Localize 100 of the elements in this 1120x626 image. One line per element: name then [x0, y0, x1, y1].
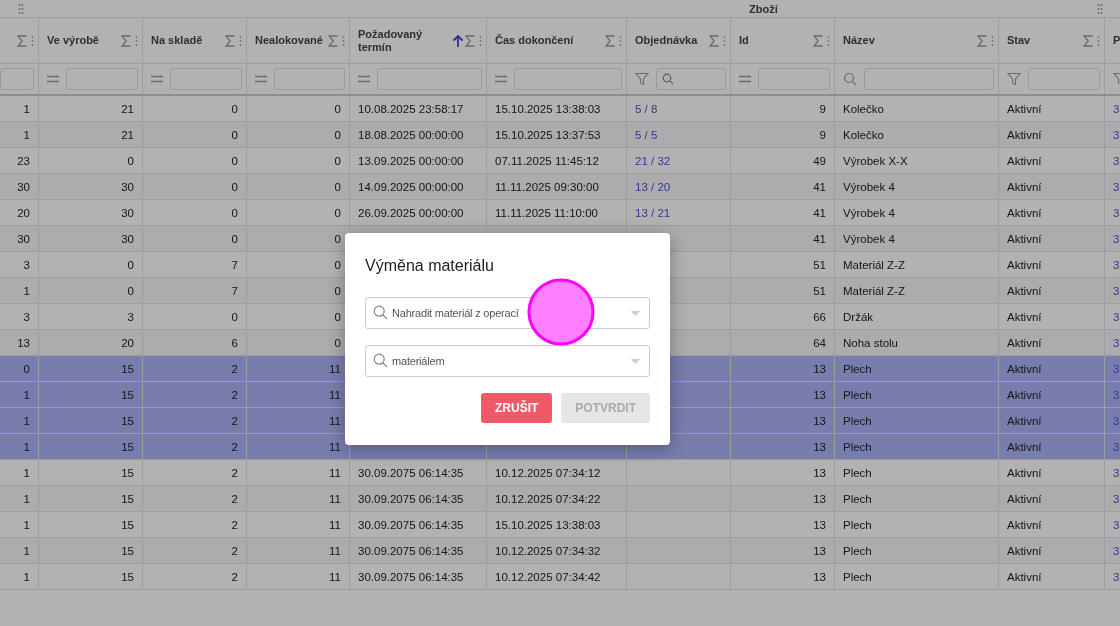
table-cell: 15	[121, 388, 134, 401]
table-cell: 15	[121, 362, 134, 375]
table-cell: 30.09.2075 06:14:35	[358, 492, 464, 505]
table-cell: Noha stolu	[843, 336, 898, 349]
table-cell: 51	[813, 284, 826, 297]
table-cell: 0	[231, 102, 238, 115]
table-cell: Výrobek X-X	[843, 154, 908, 167]
column-group-label: Zboží	[749, 2, 778, 15]
table-cell: 20	[121, 336, 134, 349]
table-cell: 11	[329, 570, 341, 583]
table-cell: 11	[329, 544, 341, 557]
table-cell: 30.09.2075 06:14:35	[358, 466, 464, 479]
table-cell: 3	[23, 310, 30, 323]
table-cell: 41	[813, 206, 826, 219]
table-cell: 13.09.2025 00:00:00	[358, 154, 464, 167]
table-cell: Materiál Z-Z	[843, 284, 905, 297]
table-cell: 13	[813, 544, 826, 557]
table-cell: 1	[23, 128, 30, 141]
table-cell: 9	[819, 128, 826, 141]
table-cell: 13	[813, 414, 826, 427]
table-cell: Aktivní	[1007, 466, 1042, 479]
table-cell: 11	[329, 518, 341, 531]
table-cell: 15	[121, 466, 134, 479]
table-cell: 7	[231, 284, 238, 297]
table-cell: 10.08.2025 23:58:17	[358, 102, 464, 115]
table-cell: 11	[329, 362, 341, 375]
table-cell: 0	[231, 206, 238, 219]
table-cell: 2	[231, 570, 238, 583]
table-cell: Plech	[843, 362, 872, 375]
table-cell: Aktivní	[1007, 310, 1042, 323]
table-cell: 0	[334, 232, 341, 245]
table-cell: 30	[121, 232, 134, 245]
table-cell: 30	[17, 180, 30, 193]
table-cell: 49	[813, 154, 826, 167]
table-cell: Aktivní	[1007, 128, 1042, 141]
table-cell: 0	[334, 154, 341, 167]
table-cell: Plech	[843, 492, 872, 505]
table-cell: 30	[17, 232, 30, 245]
table-cell: 2	[231, 466, 238, 479]
table-cell: 15.10.2025 13:38:03	[495, 102, 601, 115]
table-cell: 51	[813, 258, 826, 271]
table-cell: 30.09.2075 06:14:35	[358, 570, 464, 583]
table-cell: Aktivní	[1007, 154, 1042, 167]
table-cell: Plech	[843, 388, 872, 401]
table-cell: 11.11.2025 11:10:00	[495, 206, 598, 219]
table-cell: 0	[127, 284, 134, 297]
table-cell: 1	[23, 102, 30, 115]
table-cell: 2	[231, 518, 238, 531]
table-cell: Kolečko	[843, 128, 884, 141]
table-cell: 0	[334, 206, 341, 219]
table-cell: 13	[813, 440, 826, 453]
table-cell: Aktivní	[1007, 206, 1042, 219]
table-cell: 21	[121, 128, 134, 141]
table-cell: Aktivní	[1007, 518, 1042, 531]
table-cell: 0	[334, 284, 341, 297]
table-cell: Plech	[843, 414, 872, 427]
table-cell: 13	[17, 336, 30, 349]
table-cell: Plech	[843, 544, 872, 557]
table-cell: Aktivní	[1007, 440, 1042, 453]
table-cell: 07.11.2025 11:45:12	[495, 154, 599, 167]
table-cell: 2	[231, 362, 238, 375]
table-cell: Kolečko	[843, 102, 884, 115]
table-cell: Aktivní	[1007, 336, 1042, 349]
table-cell: Plech	[843, 440, 872, 453]
table-cell: Plech	[843, 570, 872, 583]
table-cell: 15	[121, 544, 134, 557]
dialog-title: Výměna materiálu	[365, 257, 495, 275]
table-cell: 13	[813, 362, 826, 375]
table-cell: 6	[231, 336, 238, 349]
table-cell: 11	[329, 414, 341, 427]
table-cell: Aktivní	[1007, 570, 1042, 583]
table-cell: 0	[231, 232, 238, 245]
table-cell: 13	[813, 492, 826, 505]
table-cell: Materiál Z-Z	[843, 258, 905, 271]
table-cell: 20	[17, 206, 30, 219]
table-cell: 1	[23, 518, 30, 531]
table-cell: 2	[231, 388, 238, 401]
table-cell: 14.09.2025 00:00:00	[358, 180, 464, 193]
table-cell: 15.10.2025 13:37:53	[495, 128, 601, 141]
table-cell: 3	[127, 310, 134, 323]
table-cell: 10.12.2025 07:34:22	[495, 492, 601, 505]
table-cell: 0	[231, 154, 238, 167]
table-cell: 26.09.2025 00:00:00	[358, 206, 464, 219]
table-cell: 0	[334, 310, 341, 323]
table-cell: 1	[23, 388, 30, 401]
table-cell: 1	[23, 466, 30, 479]
table-cell: 15	[121, 518, 134, 531]
table-cell: Výrobek 4	[843, 180, 895, 193]
table-cell: Aktivní	[1007, 232, 1042, 245]
table-cell: 2	[231, 492, 238, 505]
table-cell: 0	[23, 362, 30, 375]
table-cell: 0	[334, 258, 341, 271]
table-cell: 0	[127, 154, 134, 167]
table-cell: 1	[23, 284, 30, 297]
table-cell: 10.12.2025 07:34:32	[495, 544, 601, 557]
table-cell: 0	[334, 102, 341, 115]
table-cell: Aktivní	[1007, 102, 1042, 115]
table-cell: 1	[23, 414, 30, 427]
table-cell: 11	[329, 388, 341, 401]
table-cell: 3	[23, 258, 30, 271]
